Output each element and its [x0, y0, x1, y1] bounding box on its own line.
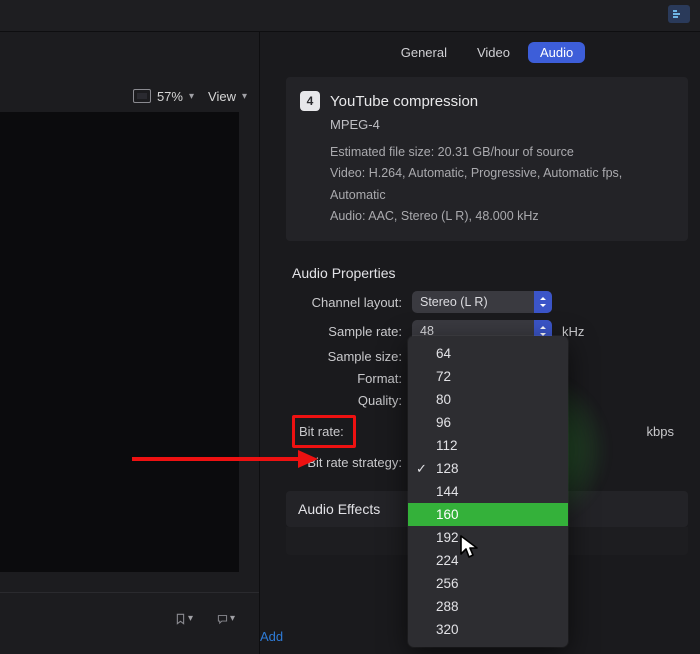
- bitrate-option[interactable]: ✓288: [408, 595, 568, 618]
- select-channel-layout[interactable]: Stereo (L R): [412, 291, 552, 313]
- bitrate-option[interactable]: ✓96: [408, 411, 568, 434]
- label-bit-rate-strategy: Bit rate strategy:: [292, 455, 412, 470]
- select-caret-icon: [534, 291, 552, 313]
- tab-audio[interactable]: Audio: [528, 42, 585, 63]
- title-bar: [0, 0, 700, 32]
- view-chevron-down-icon[interactable]: ▾: [242, 91, 247, 102]
- preset-estimate: Estimated file size: 20.31 GB/hour of so…: [330, 142, 672, 163]
- value-channel-layout: Stereo (L R): [420, 295, 488, 309]
- inspector-tabs: General Video Audio: [280, 32, 694, 77]
- bitrate-option[interactable]: ✓256: [408, 572, 568, 595]
- bitrate-option[interactable]: ✓320: [408, 618, 568, 641]
- preview-toolbar: 57% ▾ View ▾: [0, 80, 259, 112]
- label-channel-layout: Channel layout:: [292, 295, 412, 310]
- bitrate-option[interactable]: ✓192: [408, 526, 568, 549]
- comment-chevron-down-icon: ▾: [230, 613, 235, 624]
- view-menu[interactable]: View: [208, 89, 236, 104]
- preset-video-line: Video: H.264, Automatic, Progressive, Au…: [330, 163, 672, 206]
- unit-bit-rate: kbps: [647, 424, 674, 439]
- bitrate-option[interactable]: ✓144: [408, 480, 568, 503]
- label-sample-rate: Sample rate:: [292, 324, 412, 339]
- bitrate-option[interactable]: ✓64: [408, 342, 568, 365]
- zoom-chevron-down-icon[interactable]: ▾: [189, 91, 194, 102]
- preset-step-badge: 4: [300, 91, 320, 111]
- comment-icon[interactable]: ▾: [217, 610, 235, 628]
- preview-footer: ▾ ▾: [0, 592, 259, 644]
- preset-summary: 4 YouTube compression MPEG-4 Estimated f…: [286, 77, 688, 241]
- bitrate-option[interactable]: ✓160: [408, 503, 568, 526]
- label-quality: Quality:: [292, 393, 412, 408]
- preset-title: YouTube compression: [330, 93, 478, 110]
- preset-container: MPEG-4: [330, 117, 672, 132]
- bitrate-option[interactable]: ✓128: [408, 457, 568, 480]
- display-icon: [133, 89, 151, 103]
- bookmark-chevron-down-icon: ▾: [188, 613, 193, 624]
- bitrate-option[interactable]: ✓224: [408, 549, 568, 572]
- bitrate-dropdown[interactable]: ✓64 ✓72 ✓80 ✓96 ✓112 ✓128 ✓144 ✓160 ✓192…: [408, 336, 568, 647]
- tab-general[interactable]: General: [389, 42, 459, 63]
- bitrate-option[interactable]: ✓72: [408, 365, 568, 388]
- tab-video[interactable]: Video: [465, 42, 522, 63]
- bitrate-option[interactable]: ✓80: [408, 388, 568, 411]
- bookmark-icon[interactable]: ▾: [175, 610, 193, 628]
- zoom-percent[interactable]: 57%: [157, 89, 183, 104]
- row-channel-layout: Channel layout: Stereo (L R): [292, 291, 682, 313]
- label-format: Format:: [292, 371, 412, 386]
- app-badge-icon: [668, 5, 690, 23]
- bitrate-option[interactable]: ✓112: [408, 434, 568, 457]
- preset-audio-line: Audio: AAC, Stereo (L R), 48.000 kHz: [330, 206, 672, 227]
- label-sample-size: Sample size:: [292, 349, 412, 364]
- label-bit-rate: Bit rate:: [292, 415, 356, 448]
- preview-pane: 57% ▾ View ▾ ▾ ▾: [0, 32, 260, 654]
- preview-canvas: [0, 112, 239, 572]
- section-audio-properties: Audio Properties: [280, 257, 694, 291]
